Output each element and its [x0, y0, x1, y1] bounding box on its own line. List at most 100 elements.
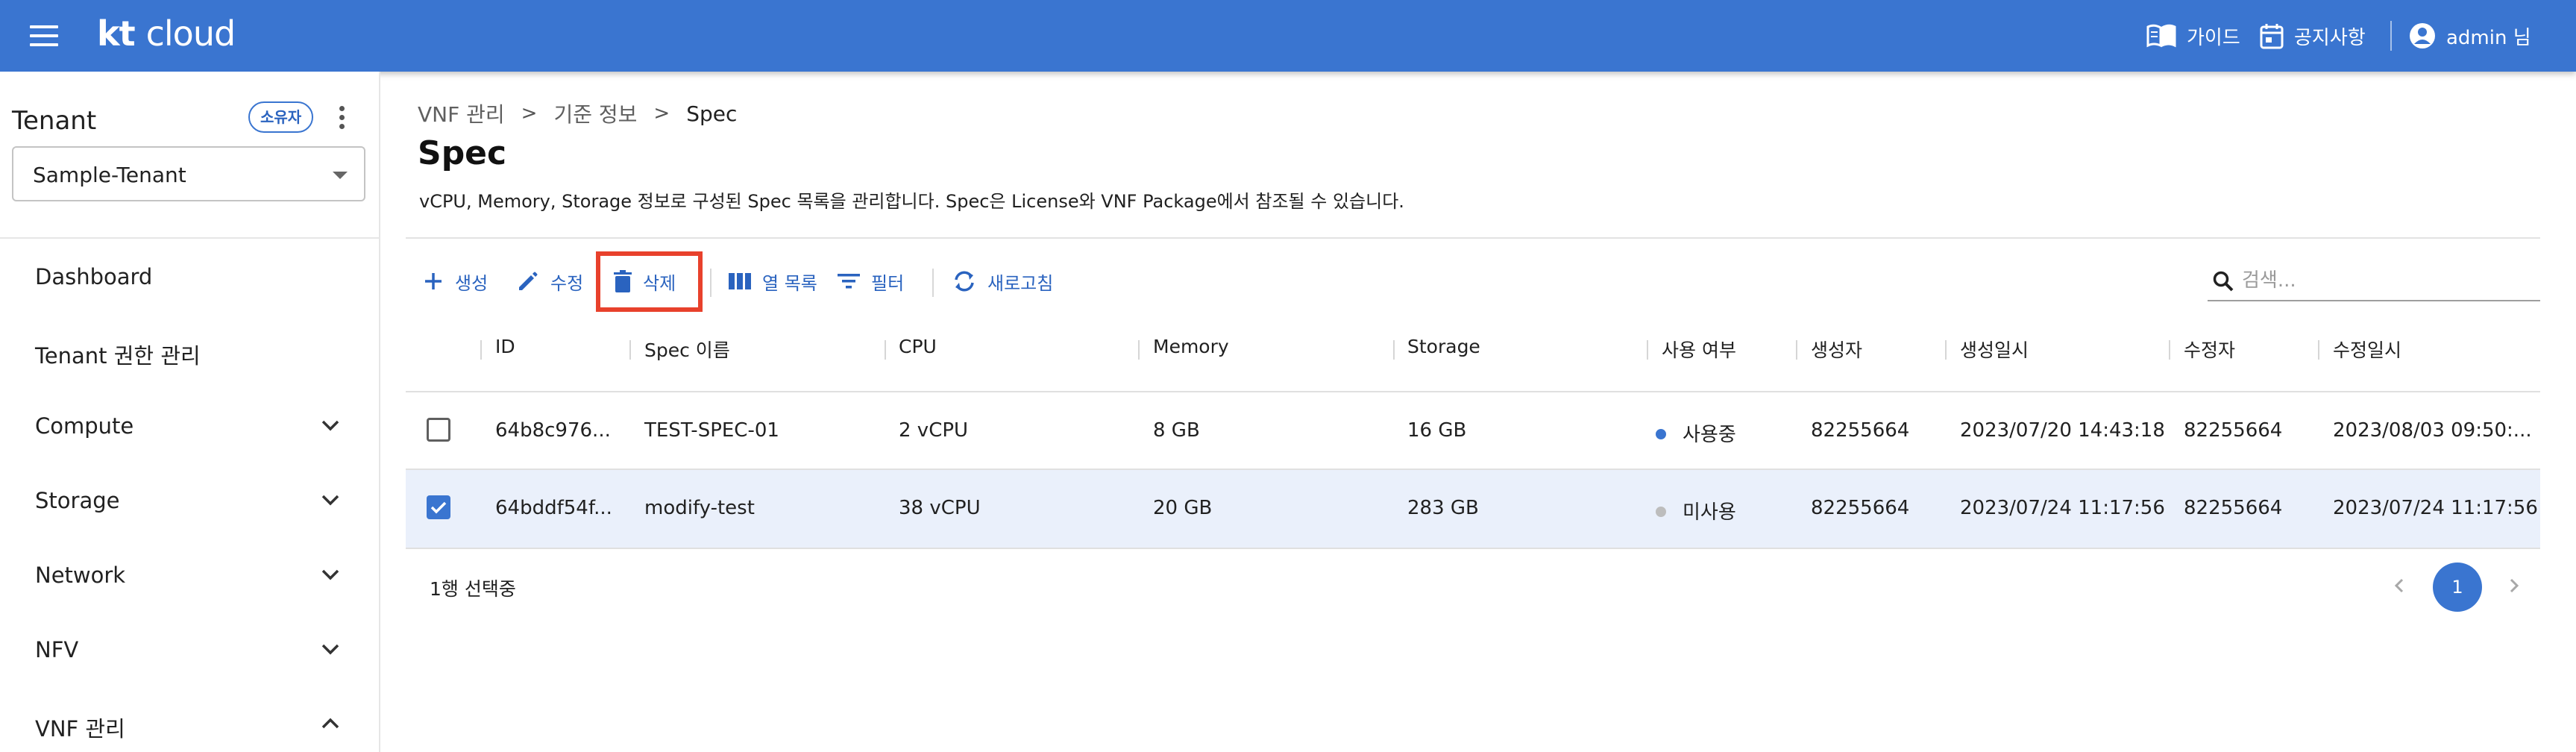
refresh-label: 새로고침: [987, 272, 1054, 294]
guide-link[interactable]: 가이드: [2146, 19, 2240, 52]
columns-label: 열 목록: [762, 272, 817, 294]
account-circle-icon: [2410, 23, 2435, 48]
cell-modifier: 82255664: [2184, 497, 2283, 519]
column-header-id[interactable]: ID: [495, 336, 515, 357]
row-checkbox[interactable]: [427, 418, 450, 442]
breadcrumb-item-vnf[interactable]: VNF 관리: [418, 98, 505, 128]
sidebar-divider: [0, 237, 379, 239]
logo-kt-text: kt: [97, 13, 136, 54]
cell-id: 64b8c976...: [495, 419, 611, 442]
menu-icon[interactable]: [30, 22, 63, 49]
columns-button[interactable]: 열 목록: [728, 263, 817, 300]
breadcrumb-item-current: Spec: [686, 101, 738, 126]
sidebar-item-vnf-management[interactable]: VNF 관리: [0, 695, 379, 752]
page-button-current[interactable]: 1: [2433, 563, 2482, 612]
sidebar-item-label: Network: [35, 563, 126, 588]
chevron-right-icon[interactable]: [2503, 574, 2525, 597]
column-separator: [1796, 340, 1797, 360]
table-row[interactable]: 64b8c976... TEST-SPEC-01 2 vCPU 8 GB 16 …: [406, 392, 2540, 470]
kt-cloud-logo[interactable]: kt cloud: [97, 13, 236, 54]
cell-storage: 283 GB: [1407, 497, 1479, 519]
sidebar-item-nfv[interactable]: NFV: [0, 621, 379, 680]
refresh-icon: [955, 271, 974, 292]
guide-label: 가이드: [2187, 26, 2240, 49]
breadcrumb-item-base-info[interactable]: 기준 정보: [553, 98, 637, 128]
more-vert-icon[interactable]: [334, 104, 349, 131]
cell-usage: 미사용: [1656, 497, 1736, 524]
refresh-button[interactable]: 새로고침: [952, 263, 1053, 300]
create-label: 생성: [455, 272, 489, 294]
filter-list-icon: [838, 274, 860, 289]
sidebar-item-label: Tenant 권한 관리: [35, 343, 201, 369]
calendar-icon: [2260, 24, 2284, 49]
row-divider: [406, 548, 2540, 549]
chevron-down-icon: [321, 495, 339, 506]
sidebar-item-tenant-permissions[interactable]: Tenant 권한 관리: [0, 322, 379, 382]
view-column-icon: [729, 273, 751, 289]
status-text: 사용중: [1683, 424, 1736, 446]
tenant-select-value: Sample-Tenant: [33, 163, 186, 187]
cell-created-at: 2023/07/24 11:17:56: [1960, 497, 2165, 519]
edit-button[interactable]: 수정: [516, 263, 583, 300]
sidebar-item-storage[interactable]: Storage: [0, 471, 379, 531]
cell-storage: 16 GB: [1407, 419, 1467, 442]
column-separator: [480, 340, 482, 360]
create-button[interactable]: 생성: [422, 263, 488, 300]
chevron-down-icon: [321, 569, 339, 580]
cell-modified-at: 2023/08/03 09:50:...: [2333, 419, 2532, 442]
edit-label: 수정: [550, 272, 584, 294]
cell-creator: 82255664: [1811, 419, 1910, 442]
column-header-modified-at[interactable]: 수정일시: [2333, 336, 2401, 363]
table-row[interactable]: 64bddf54f... modify-test 38 vCPU 20 GB 2…: [406, 470, 2540, 548]
header-divider: [2390, 21, 2392, 51]
chevron-up-icon: [321, 718, 339, 729]
column-header-creator[interactable]: 생성자: [1811, 336, 1862, 363]
column-separator: [1393, 340, 1395, 360]
cell-usage: 사용중: [1656, 419, 1736, 447]
add-icon: [425, 273, 442, 289]
cell-modified-at: 2023/07/24 11:17:56: [2333, 497, 2538, 519]
search-input[interactable]: [2242, 267, 2533, 294]
column-header-modifier[interactable]: 수정자: [2184, 336, 2235, 363]
cell-cpu: 2 vCPU: [899, 419, 969, 442]
cell-spec-name: modify-test: [644, 497, 755, 519]
chevron-down-icon: [321, 420, 339, 431]
column-header-created-at[interactable]: 생성일시: [1960, 336, 2029, 363]
sidebar-item-label: Storage: [35, 488, 120, 513]
breadcrumb: VNF 관리 > 기준 정보 > Spec: [418, 98, 737, 128]
column-separator: [2169, 340, 2170, 360]
edit-pencil-icon: [519, 272, 538, 290]
tenant-title: Tenant: [12, 106, 97, 136]
column-header-usage[interactable]: 사용 여부: [1662, 336, 1736, 363]
search-box: [2208, 261, 2540, 301]
row-checkbox-checked[interactable]: [427, 495, 450, 519]
status-dot-icon: [1656, 428, 1666, 439]
column-separator: [1945, 340, 1947, 360]
column-header-storage[interactable]: Storage: [1407, 336, 1480, 357]
column-separator: [1647, 340, 1648, 360]
cell-creator: 82255664: [1811, 497, 1910, 519]
sidebar-item-network[interactable]: Network: [0, 546, 379, 606]
user-menu[interactable]: admin 님: [2409, 19, 2531, 52]
cell-created-at: 2023/07/20 14:43:18: [1960, 419, 2165, 442]
tenant-select[interactable]: Sample-Tenant: [12, 146, 365, 201]
sidebar-item-label: NFV: [35, 637, 79, 662]
cell-cpu: 38 vCPU: [899, 497, 981, 519]
sidebar-item-dashboard[interactable]: Dashboard: [0, 248, 379, 307]
logo-cloud-text: cloud: [145, 13, 236, 54]
sidebar-item-label: VNF 관리: [35, 716, 125, 742]
column-header-memory[interactable]: Memory: [1153, 336, 1229, 357]
toolbar-divider: [710, 269, 711, 297]
sidebar-item-compute[interactable]: Compute: [0, 397, 379, 457]
breadcrumb-separator: >: [521, 102, 538, 125]
column-header-spec-name[interactable]: Spec 이름: [644, 336, 730, 363]
chevron-left-icon[interactable]: [2388, 574, 2410, 597]
filter-button[interactable]: 필터: [837, 263, 904, 300]
toolbar-divider: [932, 269, 934, 297]
sidebar-item-label: Dashboard: [35, 264, 153, 289]
cell-modifier: 82255664: [2184, 419, 2283, 442]
cell-memory: 20 GB: [1153, 497, 1213, 519]
column-separator: [1138, 340, 1140, 360]
notice-link[interactable]: 공지사항: [2260, 19, 2366, 52]
column-header-cpu[interactable]: CPU: [899, 336, 937, 357]
